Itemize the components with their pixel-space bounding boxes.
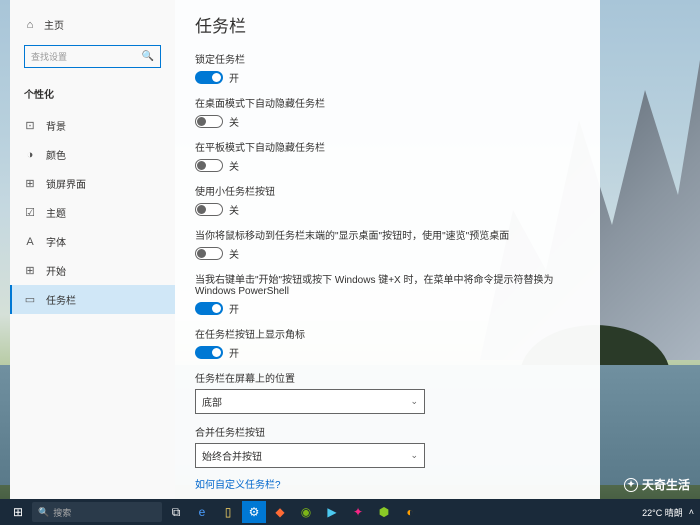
sidebar-item-1[interactable]: ◑ 颜色 (10, 140, 175, 169)
home-label: 主页 (44, 17, 64, 32)
dropdown-label-1: 合并任务栏按钮 (195, 424, 580, 439)
taskbar-search[interactable]: 🔍 搜索 (32, 502, 162, 522)
toggle-5[interactable] (195, 302, 223, 315)
nav-label: 锁屏界面 (46, 176, 86, 191)
nav-label: 背景 (46, 118, 66, 133)
sidebar-item-0[interactable]: ⊡ 背景 (10, 111, 175, 140)
toggle-4[interactable] (195, 247, 223, 260)
toggle-3[interactable] (195, 203, 223, 216)
search-icon: 🔍 (38, 507, 49, 518)
app-icon-1[interactable]: ◆ (268, 501, 292, 523)
app-icon-6[interactable]: ◐ (398, 501, 422, 523)
task-view-icon[interactable]: ⧉ (164, 501, 188, 523)
chevron-down-icon: ⌄ (410, 450, 418, 461)
setting-label-6: 在任务栏按钮上显示角标 (195, 326, 580, 341)
toggle-state-1: 关 (229, 114, 239, 129)
setting-label-5: 当我右键单击"开始"按钮或按下 Windows 键+X 时，在菜单中将命令提示符… (195, 271, 580, 297)
brand-icon: ✦ (624, 478, 638, 492)
nav-label: 主题 (46, 205, 66, 220)
toggle-6[interactable] (195, 346, 223, 359)
toggle-0[interactable] (195, 71, 223, 84)
dropdown-0[interactable]: 底部 ⌄ (195, 389, 425, 414)
sidebar-item-5[interactable]: ⊞ 开始 (10, 256, 175, 285)
nav-label: 开始 (46, 263, 66, 278)
taskbar-search-text: 搜索 (53, 506, 71, 519)
nav-label: 字体 (46, 234, 66, 249)
nav-icon: ◑ (24, 149, 36, 161)
toggle-state-5: 开 (229, 301, 239, 316)
toggle-state-0: 开 (229, 70, 239, 85)
taskbar: ⊞ 🔍 搜索 ⧉ e ▯ ⚙ ◆ ◉ ▶ ✦ ⬢ ◐ 22°C 晴朗 ˄ (0, 499, 700, 525)
search-icon: 🔍 (142, 51, 154, 62)
system-tray[interactable]: 22°C 晴朗 ˄ (642, 506, 694, 519)
nav-icon: ⊞ (24, 178, 36, 190)
dropdown-value: 始终合并按钮 (202, 448, 262, 463)
nav-label: 任务栏 (46, 292, 76, 307)
setting-label-3: 使用小任务栏按钮 (195, 183, 580, 198)
toggle-2[interactable] (195, 159, 223, 172)
edge-icon[interactable]: e (190, 501, 214, 523)
weather-widget[interactable]: 22°C 晴朗 (642, 506, 683, 519)
dropdown-label-0: 任务栏在屏幕上的位置 (195, 370, 580, 385)
dropdown-value: 底部 (202, 394, 222, 409)
toggle-state-3: 关 (229, 202, 239, 217)
setting-label-1: 在桌面模式下自动隐藏任务栏 (195, 95, 580, 110)
sidebar-item-6[interactable]: ▭ 任务栏 (10, 285, 175, 314)
tray-chevron-icon[interactable]: ˄ (689, 507, 694, 517)
toggle-state-4: 关 (229, 246, 239, 261)
nav-label: 颜色 (46, 147, 66, 162)
explorer-icon[interactable]: ▯ (216, 501, 240, 523)
sidebar-item-3[interactable]: ☑ 主题 (10, 198, 175, 227)
setting-label-0: 锁定任务栏 (195, 51, 580, 66)
home-icon: ⌂ (24, 19, 36, 31)
setting-label-2: 在平板模式下自动隐藏任务栏 (195, 139, 580, 154)
toggle-state-2: 关 (229, 158, 239, 173)
brand-text: 天奇生活 (642, 476, 690, 493)
search-placeholder: 查找设置 (31, 50, 67, 63)
sidebar-item-2[interactable]: ⊞ 锁屏界面 (10, 169, 175, 198)
search-input[interactable]: 查找设置 🔍 (24, 45, 161, 68)
sidebar: ⌂ 主页 查找设置 🔍 个性化 ⊡ 背景 ◑ 颜色 ⊞ 锁屏界面 ☑ 主题 A 字体 ⊞ 开始 ▭ 任务栏 (10, 0, 175, 500)
nav-icon: ⊡ (24, 120, 36, 132)
app-icon-2[interactable]: ◉ (294, 501, 318, 523)
nav-icon: ▭ (24, 294, 36, 306)
sidebar-section: 个性化 (10, 76, 175, 111)
app-icon-3[interactable]: ▶ (320, 501, 344, 523)
nav-icon: ☑ (24, 207, 36, 219)
toggle-state-6: 开 (229, 345, 239, 360)
app-icon-4[interactable]: ✦ (346, 501, 370, 523)
settings-window: ⌂ 主页 查找设置 🔍 个性化 ⊡ 背景 ◑ 颜色 ⊞ 锁屏界面 ☑ 主题 A 字体 ⊞ 开始 ▭ 任务栏… (10, 0, 600, 500)
dropdown-1[interactable]: 始终合并按钮 ⌄ (195, 443, 425, 468)
start-button[interactable]: ⊞ (6, 501, 30, 523)
settings-icon[interactable]: ⚙ (242, 501, 266, 523)
app-icon-5[interactable]: ⬢ (372, 501, 396, 523)
setting-label-4: 当你将鼠标移动到任务栏末端的"显示桌面"按钮时，使用"速览"预览桌面 (195, 227, 580, 242)
nav-icon: ⊞ (24, 265, 36, 277)
toggle-1[interactable] (195, 115, 223, 128)
content-pane: 任务栏 锁定任务栏开在桌面模式下自动隐藏任务栏关在平板模式下自动隐藏任务栏关使用… (175, 0, 600, 500)
page-title: 任务栏 (195, 12, 580, 37)
brand-watermark: ✦ 天奇生活 (624, 476, 690, 493)
home-nav[interactable]: ⌂ 主页 (10, 12, 175, 37)
sidebar-item-4[interactable]: A 字体 (10, 227, 175, 256)
chevron-down-icon: ⌄ (410, 396, 418, 407)
nav-icon: A (24, 236, 36, 248)
help-link[interactable]: 如何自定义任务栏? (195, 476, 580, 491)
